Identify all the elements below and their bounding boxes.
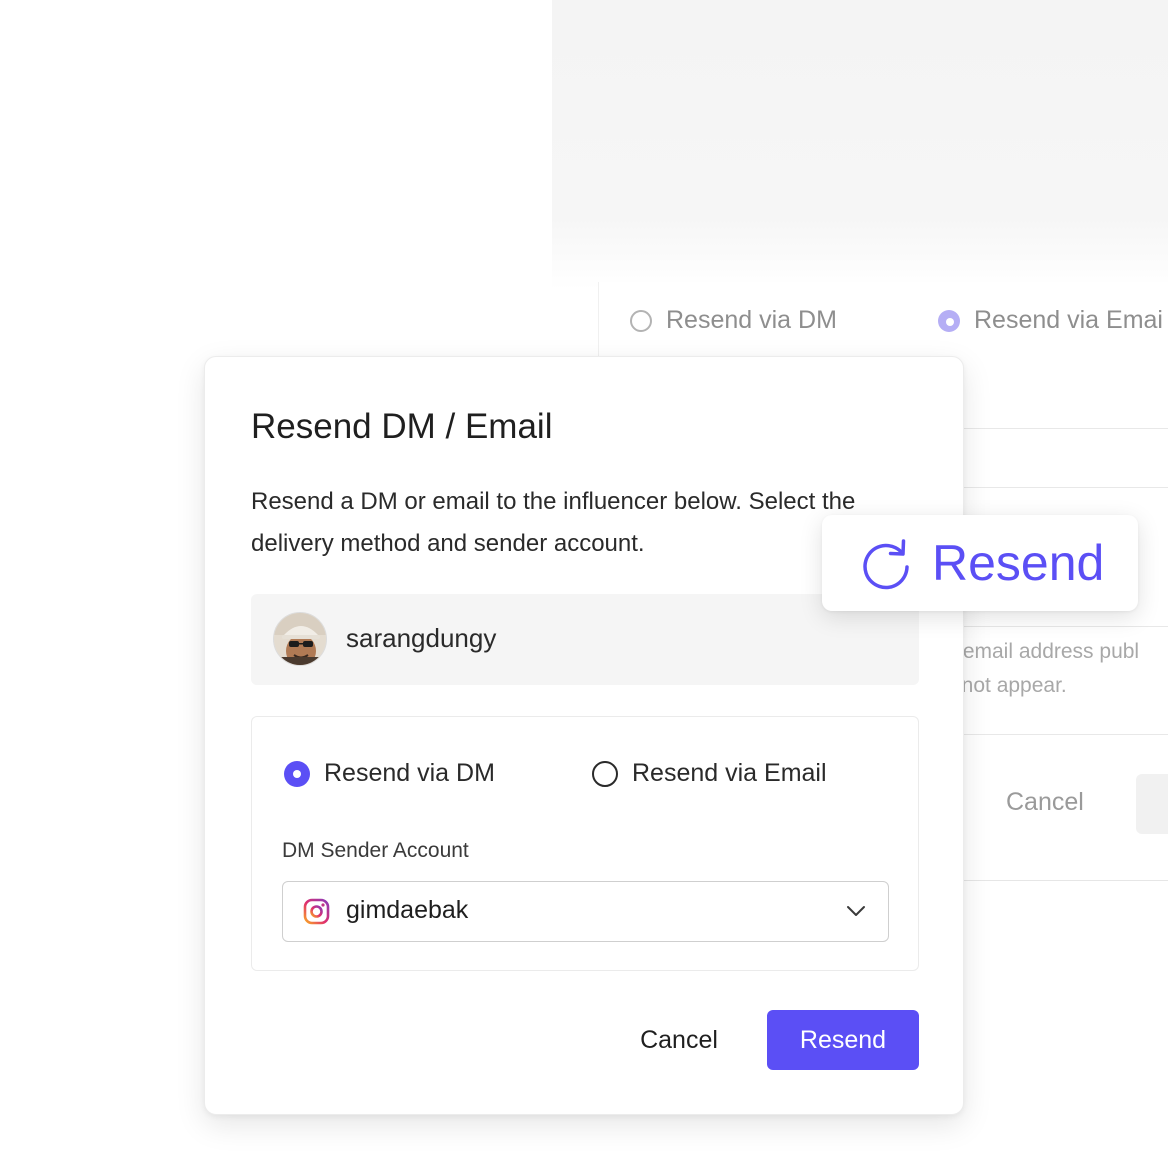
background-radio-email: Resend via Emai — [938, 306, 1163, 335]
instagram-icon — [303, 898, 330, 925]
radio-checked-icon[interactable] — [284, 760, 310, 787]
radio-resend-via-email-label[interactable]: Resend via Email — [632, 759, 827, 788]
background-divider — [964, 626, 1168, 627]
cancel-button[interactable]: Cancel — [615, 1010, 743, 1070]
chevron-down-icon[interactable] — [846, 904, 866, 918]
background-hint-line2: / not appear. — [950, 674, 1067, 697]
background-backdrop — [552, 0, 1168, 290]
background-radio-dm: Resend via DM — [630, 306, 837, 335]
background-divider — [964, 428, 1168, 429]
background-primary-button — [1136, 774, 1168, 834]
resend-button[interactable]: Resend — [767, 1010, 919, 1070]
background-cancel-button: Cancel — [1006, 788, 1084, 816]
background-radio-email-label: Resend via Emai — [974, 306, 1163, 334]
dm-sender-account-label: DM Sender Account — [282, 839, 469, 862]
radio-resend-via-dm[interactable]: Resend via DM — [284, 759, 495, 788]
background-divider — [964, 487, 1168, 488]
radio-unchecked-icon — [630, 309, 652, 332]
background-hint-line1: r email address publ — [950, 640, 1140, 663]
dm-sender-account-value: gimdaebak — [346, 896, 469, 924]
dm-sender-account-select[interactable]: gimdaebak — [282, 881, 889, 942]
resend-chip-label: Resend — [932, 535, 1105, 591]
influencer-username: sarangdungy — [346, 623, 497, 653]
refresh-icon — [863, 539, 909, 590]
radio-resend-via-dm-label[interactable]: Resend via DM — [324, 759, 495, 788]
avatar — [273, 612, 327, 666]
avatar-icon — [274, 613, 326, 665]
radio-unchecked-icon[interactable] — [592, 760, 618, 787]
background-radio-dm-label: Resend via DM — [666, 306, 837, 334]
influencer-card: sarangdungy — [251, 594, 919, 685]
delivery-options-panel: Resend via DM Resend via Email DM Sender… — [251, 716, 919, 971]
dialog-title: Resend DM / Email — [251, 407, 553, 446]
radio-resend-via-email[interactable]: Resend via Email — [592, 759, 827, 788]
resend-chip[interactable]: Resend — [822, 515, 1138, 611]
background-divider — [964, 734, 1168, 735]
resend-dialog: Resend DM / Email Resend a DM or email t… — [204, 356, 964, 1115]
radio-checked-icon — [938, 309, 960, 332]
